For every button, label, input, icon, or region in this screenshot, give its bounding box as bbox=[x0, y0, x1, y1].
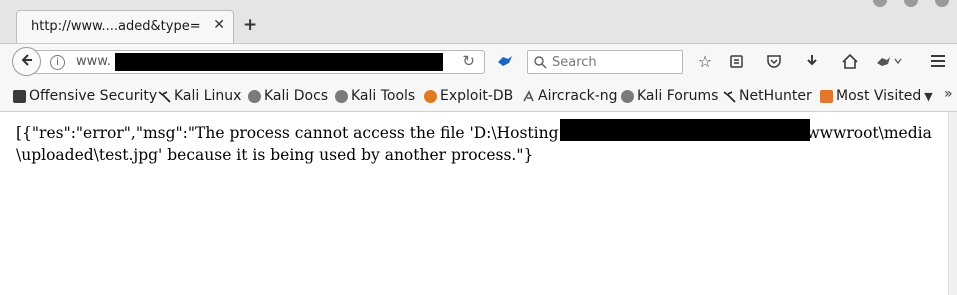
bookmark-kali-forums[interactable]: Kali Forums bbox=[621, 88, 718, 104]
bookmark-kali-linux[interactable]: Kali Linux bbox=[158, 88, 241, 104]
tab-title: http://www....aded&type= bbox=[31, 19, 201, 34]
navigation-toolbar: i www. ↻ ☆ bbox=[0, 43, 957, 80]
kali-dragon-icon bbox=[723, 90, 736, 103]
bookmark-label: Most Visited bbox=[836, 88, 922, 104]
bookmark-most-visited[interactable]: Most Visited ▼ bbox=[820, 88, 933, 104]
new-tab-button[interactable]: + bbox=[243, 15, 257, 35]
reading-list-icon[interactable] bbox=[726, 51, 746, 71]
pocket-icon[interactable] bbox=[764, 51, 784, 71]
downloads-icon[interactable] bbox=[802, 51, 822, 71]
globe-icon bbox=[621, 89, 634, 103]
bookmark-kali-tools[interactable]: Kali Tools bbox=[335, 88, 415, 104]
globe-icon bbox=[335, 89, 348, 103]
extension-menu-icon[interactable] bbox=[874, 51, 904, 71]
maximize-window-button[interactable] bbox=[904, 0, 918, 7]
chevron-down-icon: ▼ bbox=[924, 89, 933, 103]
bookmark-kali-docs[interactable]: Kali Docs bbox=[248, 88, 328, 104]
back-arrow-icon bbox=[20, 52, 34, 71]
site-info-icon[interactable]: i bbox=[50, 55, 65, 70]
response-line-1-end: wwwroot\media bbox=[806, 124, 932, 142]
bookmark-label: Kali Linux bbox=[174, 88, 242, 104]
bookmark-label: Kali Tools bbox=[351, 88, 416, 104]
bookmark-label: Aircrack-ng bbox=[538, 88, 618, 104]
most-visited-icon bbox=[820, 89, 833, 103]
search-bar[interactable] bbox=[527, 50, 683, 74]
scrollbar-track[interactable] bbox=[948, 112, 957, 295]
page-content: [{"res":"error","msg":"The process canno… bbox=[0, 112, 957, 295]
minimize-window-button[interactable] bbox=[873, 0, 887, 7]
close-window-button[interactable] bbox=[935, 0, 949, 7]
globe-icon bbox=[248, 89, 261, 103]
offsec-icon bbox=[13, 89, 26, 103]
bookmark-label: Kali Forums bbox=[637, 88, 719, 104]
response-line-2: \uploaded\test.jpg' because it is being … bbox=[16, 146, 534, 164]
exploitdb-icon bbox=[424, 89, 437, 103]
extension-bird-icon[interactable] bbox=[497, 54, 513, 72]
hamburger-menu-icon[interactable] bbox=[928, 51, 948, 71]
bookmark-exploit-db[interactable]: Exploit-DB bbox=[424, 88, 513, 104]
search-icon bbox=[534, 54, 547, 69]
bookmark-label: Kali Docs bbox=[264, 88, 329, 104]
reload-icon[interactable]: ↻ bbox=[462, 52, 475, 70]
redacted-path-block bbox=[560, 119, 810, 141]
bookmark-label: Exploit-DB bbox=[440, 88, 514, 104]
tab-close-icon[interactable]: ✕ bbox=[213, 17, 225, 33]
bookmark-label: Offensive Security bbox=[29, 88, 158, 104]
tab-strip: http://www....aded&type= ✕ + bbox=[0, 0, 957, 43]
bookmark-offensive-security[interactable]: Offensive Security bbox=[13, 88, 157, 104]
url-text[interactable]: www. bbox=[76, 54, 111, 69]
bookmark-aircrack-ng[interactable]: Aircrack-ng bbox=[522, 88, 618, 104]
home-icon[interactable] bbox=[840, 51, 860, 71]
url-bar[interactable]: i www. ↻ bbox=[30, 50, 485, 74]
aircrack-icon bbox=[522, 89, 535, 103]
back-button[interactable] bbox=[12, 47, 41, 76]
search-input[interactable] bbox=[552, 51, 677, 73]
active-tab[interactable]: http://www....aded&type= ✕ bbox=[16, 10, 234, 43]
bookmark-star-icon[interactable]: ☆ bbox=[695, 51, 715, 71]
bookmarks-toolbar: Offensive Security Kali Linux Kali Docs … bbox=[0, 80, 957, 112]
kali-dragon-icon bbox=[158, 90, 171, 103]
bookmark-nethunter[interactable]: NetHunter bbox=[723, 88, 812, 104]
response-line-1-start: [{"res":"error","msg":"The process canno… bbox=[16, 124, 559, 142]
more-bookmarks-icon[interactable]: » bbox=[944, 86, 953, 102]
redacted-url-block bbox=[115, 53, 443, 71]
bookmark-label: NetHunter bbox=[739, 88, 812, 104]
